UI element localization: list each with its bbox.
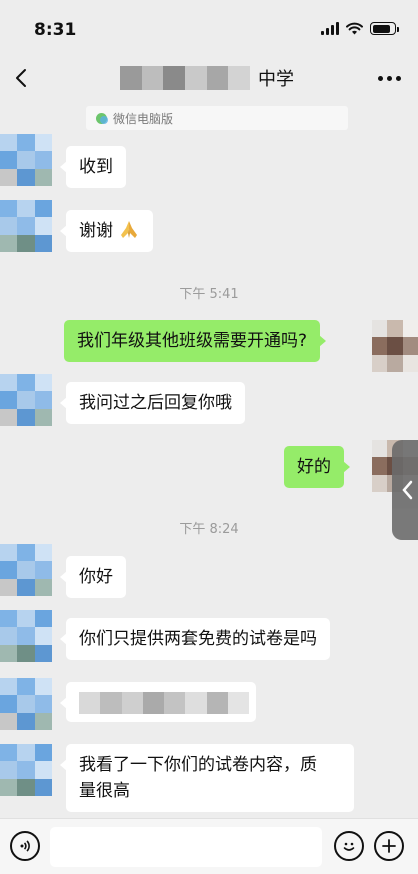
chevron-left-icon[interactable] <box>10 66 34 90</box>
message-bubble[interactable]: 你好 <box>60 556 126 598</box>
chat-title: 中学 <box>120 64 294 92</box>
message-text: 谢谢 <box>79 221 113 241</box>
timestamp: 下午 8:24 <box>179 522 239 537</box>
message-text: 你们只提供两套免费的试卷是吗 <box>79 629 317 649</box>
avatar[interactable] <box>0 200 52 252</box>
chevron-left-icon <box>402 480 413 500</box>
message-input[interactable] <box>50 827 322 867</box>
add-icon <box>382 839 396 853</box>
message-text: 我问过之后回复你哦 <box>79 393 232 413</box>
chat-title-text: 中学 <box>258 69 294 90</box>
status-time: 8:31 <box>34 20 77 40</box>
avatar[interactable] <box>0 744 52 796</box>
message-bubble[interactable]: 你们只提供两套免费的试卷是吗 <box>60 618 330 660</box>
voice-icon[interactable] <box>10 831 40 861</box>
message-bubble[interactable]: 我们年级其他班级需要开通吗? <box>64 320 327 362</box>
timestamp: 下午 5:41 <box>179 287 239 302</box>
avatar[interactable] <box>0 134 52 186</box>
avatar[interactable] <box>0 544 52 596</box>
input-bar <box>0 818 418 874</box>
message-text-line: 量很高 <box>79 781 130 801</box>
cellular-signal-icon <box>321 22 339 35</box>
smiley-icon <box>343 842 355 851</box>
avatar[interactable] <box>0 374 52 426</box>
status-bar: 8:31 <box>0 0 418 52</box>
message-text: 收到 <box>79 157 113 177</box>
message-bubble[interactable] <box>60 682 256 722</box>
chip-label: 微信电脑版 <box>113 111 174 126</box>
avatar[interactable] <box>372 320 418 372</box>
message-text: 你好 <box>79 567 113 587</box>
wifi-icon <box>346 22 363 35</box>
wechat-icon <box>96 112 108 124</box>
sound-wave-icon <box>20 840 30 852</box>
more-dots-icon[interactable] <box>378 68 402 88</box>
emoji-icon[interactable] <box>334 831 364 861</box>
chat-header: 中学 <box>0 52 418 104</box>
plus-icon[interactable] <box>374 831 404 861</box>
message-text: 好的 <box>297 457 331 477</box>
message-bubble[interactable]: 谢谢 <box>59 210 154 252</box>
message-bubble[interactable]: 我问过之后回复你哦 <box>60 382 245 424</box>
battery-icon <box>370 22 399 35</box>
redacted-message <box>79 692 249 714</box>
message-text-line: 我看了一下你们的试卷内容，质 <box>79 755 317 775</box>
message-bubble[interactable]: 我看了一下你们的试卷内容，质 量很高 <box>60 744 354 812</box>
redacted-name <box>120 66 251 90</box>
message-bubble[interactable]: 收到 <box>60 146 126 188</box>
avatar[interactable] <box>0 678 52 730</box>
folded-hands-icon <box>121 221 138 238</box>
avatar[interactable] <box>0 610 52 662</box>
desktop-version-chip: 微信电脑版 <box>86 106 348 130</box>
status-icons <box>321 22 399 35</box>
message-bubble[interactable]: 好的 <box>284 446 350 488</box>
chat-screen: 8:31 中学 微信电脑版 收到 谢谢 下午 5:41 我们年级其他班级需要开通… <box>0 0 418 874</box>
message-text: 我们年级其他班级需要开通吗? <box>77 331 308 351</box>
